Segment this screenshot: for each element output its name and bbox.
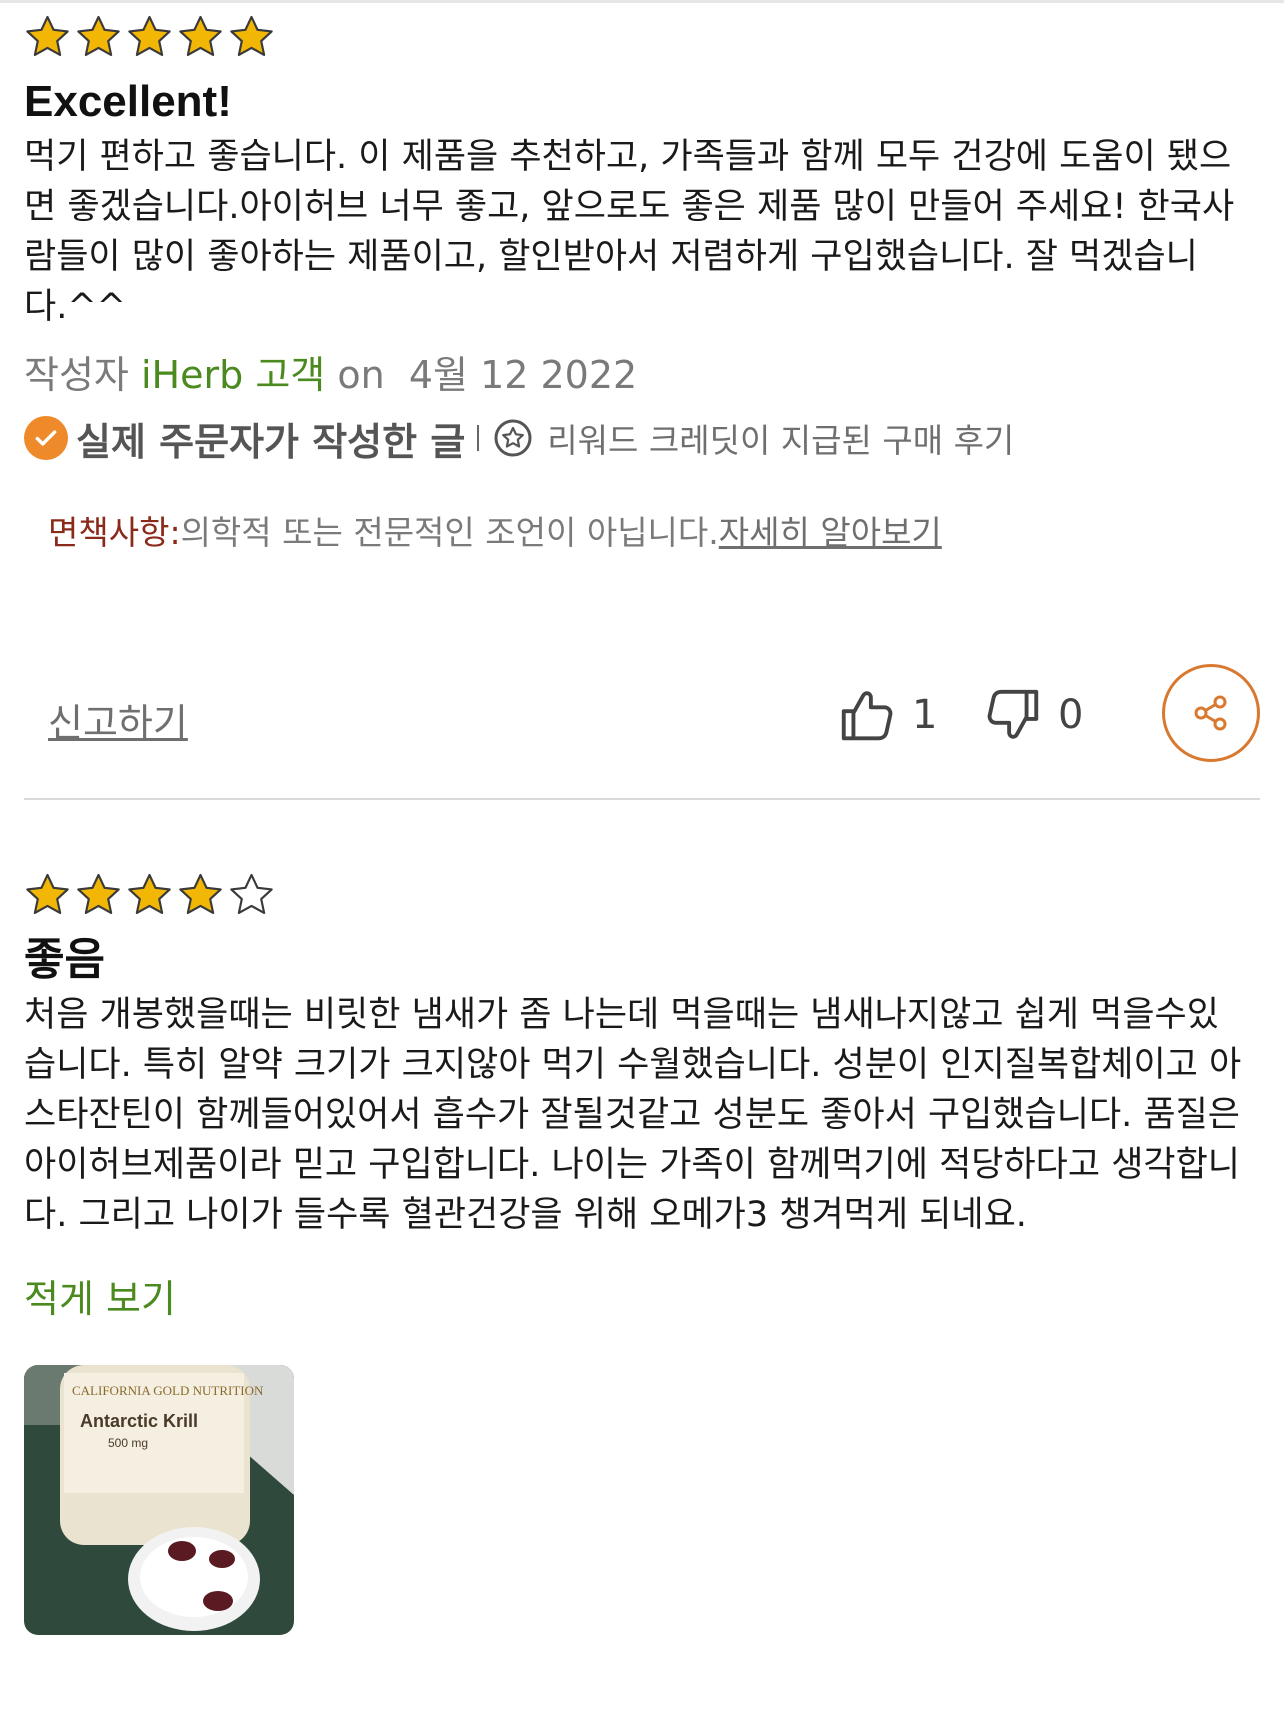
review-photo[interactable]: CALIFORNIA GOLD NUTRITION Antarctic Kril… [24,1365,294,1635]
star-filled-icon [179,15,222,57]
review-card-1: Excellent! 먹기 편하고 좋습니다. 이 제품을 추천하고, 가족들과… [24,14,1260,554]
disclaimer-label: 면책사항: [48,513,181,552]
helpful-count: 1 [912,692,938,738]
report-link[interactable]: 신고하기 [48,692,188,747]
star-filled-icon [26,15,69,57]
review-divider [24,798,1260,800]
badge-separator [477,425,480,451]
reward-star-icon [494,419,532,457]
star-rating [24,14,1260,66]
author-link[interactable]: iHerb 고객 [141,353,325,397]
photo-dose: 500 mg [108,1436,148,1450]
star-filled-icon [77,15,120,57]
review-actions: 신고하기 1 0 [24,664,1260,762]
photo-product: Antarctic Krill [80,1411,198,1431]
show-less-link[interactable]: 적게 보기 [24,1268,1260,1323]
star-empty-icon [230,873,273,915]
share-button[interactable] [1162,664,1260,762]
photo-brand: CALIFORNIA GOLD NUTRITION [72,1383,264,1398]
review-meta: 작성자 iHerb 고객 on 4월 12 2022 [24,350,1260,400]
thumbs-down-icon [987,689,1039,739]
star-filled-icon [77,873,120,915]
check-icon [24,416,68,460]
share-icon [1194,695,1227,731]
learn-more-link[interactable]: 자세히 알아보기 [719,513,942,552]
top-divider [0,0,1284,3]
star-filled-icon [179,873,222,915]
star-rating [24,872,1260,924]
verified-purchase-badge: 실제 주문자가 작성한 글 [76,419,466,464]
product-photo: CALIFORNIA GOLD NUTRITION Antarctic Kril… [24,1365,294,1635]
thumbs-up-icon [841,691,893,741]
on-label: on [337,353,385,397]
review-date: 4월 12 2022 [408,353,638,397]
review-body: 처음 개봉했을때는 비릿한 냄새가 좀 나는데 먹을때는 냄새나지않고 쉽게 먹… [24,995,1242,1235]
badges-row: 실제 주문자가 작성한 글 리워드 크레딧이 지급된 구매 후기 [24,410,1260,466]
disclaimer-text: 의학적 또는 전문적인 조언이 아닙니다. [180,513,719,552]
star-filled-icon [26,873,69,915]
unhelpful-button[interactable]: 0 [982,684,1083,746]
star-filled-icon [128,15,171,57]
unhelpful-count: 0 [1058,692,1084,738]
helpful-button[interactable]: 1 [836,684,937,746]
review-title: Excellent! [24,77,232,126]
review-card-2: 좋음 처음 개봉했을때는 비릿한 냄새가 좀 나는데 먹을때는 냄새나지않고 쉽… [24,872,1260,1635]
star-filled-icon [230,15,273,57]
star-filled-icon [128,873,171,915]
disclaimer: 면책사항:의학적 또는 전문적인 조언이 아닙니다.자세히 알아보기 [48,506,1260,554]
review-body: 먹기 편하고 좋습니다. 이 제품을 추천하고, 가족들과 함께 모두 건강에 … [24,137,1235,327]
review-title: 좋음 [24,935,105,984]
by-label: 작성자 [24,353,129,397]
reward-credit-badge: 리워드 크레딧이 지급된 구매 후기 [547,421,1015,460]
